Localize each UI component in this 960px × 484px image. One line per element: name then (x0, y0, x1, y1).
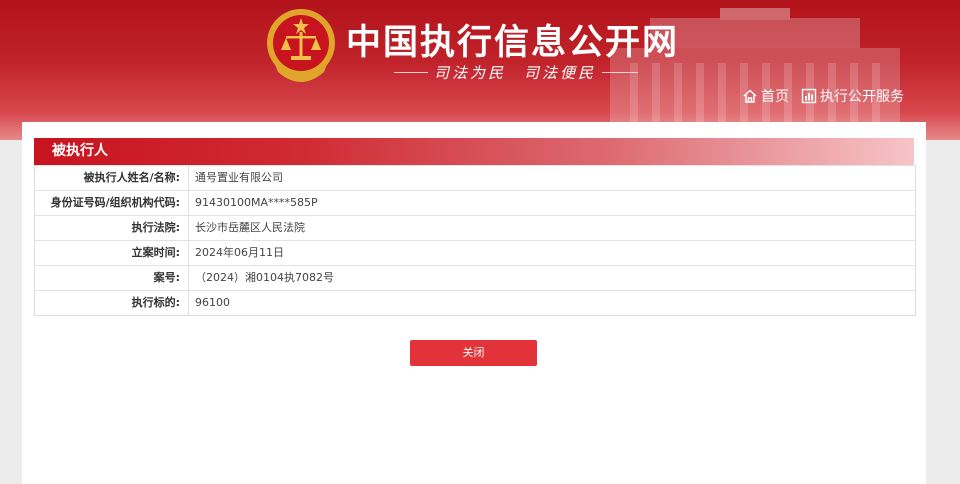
row-label: 被执行人姓名/名称: (35, 166, 189, 190)
table-row: 执行法院: 长沙市岳麓区人民法院 (35, 215, 915, 240)
nav-home-link[interactable]: 首页 (742, 86, 789, 106)
row-value: （2024）湘0104执7082号 (195, 271, 334, 284)
row-label: 立案时间: (35, 241, 189, 265)
row-value: 通号置业有限公司 (195, 171, 283, 184)
table-row: 被执行人姓名/名称: 通号置业有限公司 (35, 165, 915, 190)
slogan-divider (394, 71, 428, 73)
slogan-text: 司法为民 司法便民 (434, 63, 597, 82)
top-navigation: 首页 执行公开服务 (742, 86, 904, 106)
info-table: 被执行人姓名/名称: 通号置业有限公司 身份证号码/组织机构代码: 914301… (34, 165, 916, 316)
row-label: 执行法院: (35, 216, 189, 240)
row-label: 身份证号码/组织机构代码: (35, 191, 189, 215)
slogan-divider (602, 71, 639, 73)
chart-icon (801, 88, 817, 104)
row-value: 2024年06月11日 (195, 246, 284, 259)
table-row: 案号: （2024）湘0104执7082号 (35, 265, 915, 290)
row-label: 案号: (35, 266, 189, 290)
row-value: 91430100MA****585P (195, 196, 318, 209)
home-icon (743, 89, 757, 103)
site-header: 中国执行信息公开网 司法为民 司法便民 首页 执行公开服务 (0, 0, 960, 140)
nav-home-label: 首页 (761, 89, 789, 105)
close-button[interactable]: 关闭 (410, 340, 537, 366)
court-emblem-icon (267, 9, 335, 82)
site-title: 中国执行信息公开网 (346, 23, 680, 63)
nav-execution-service-label: 执行公开服务 (820, 89, 904, 105)
table-row: 立案时间: 2024年06月11日 (35, 240, 915, 265)
table-row: 身份证号码/组织机构代码: 91430100MA****585P (35, 190, 915, 215)
detail-panel: 被执行人 被执行人姓名/名称: 通号置业有限公司 身份证号码/组织机构代码: 9… (22, 122, 926, 484)
row-value: 长沙市岳麓区人民法院 (195, 221, 305, 234)
table-row: 执行标的: 96100 (35, 290, 915, 315)
slogan: 司法为民 司法便民 (394, 60, 639, 84)
row-value: 96100 (195, 296, 230, 309)
row-label: 执行标的: (35, 291, 189, 315)
nav-execution-service-link[interactable]: 执行公开服务 (801, 86, 904, 106)
section-title: 被执行人 (34, 138, 914, 165)
